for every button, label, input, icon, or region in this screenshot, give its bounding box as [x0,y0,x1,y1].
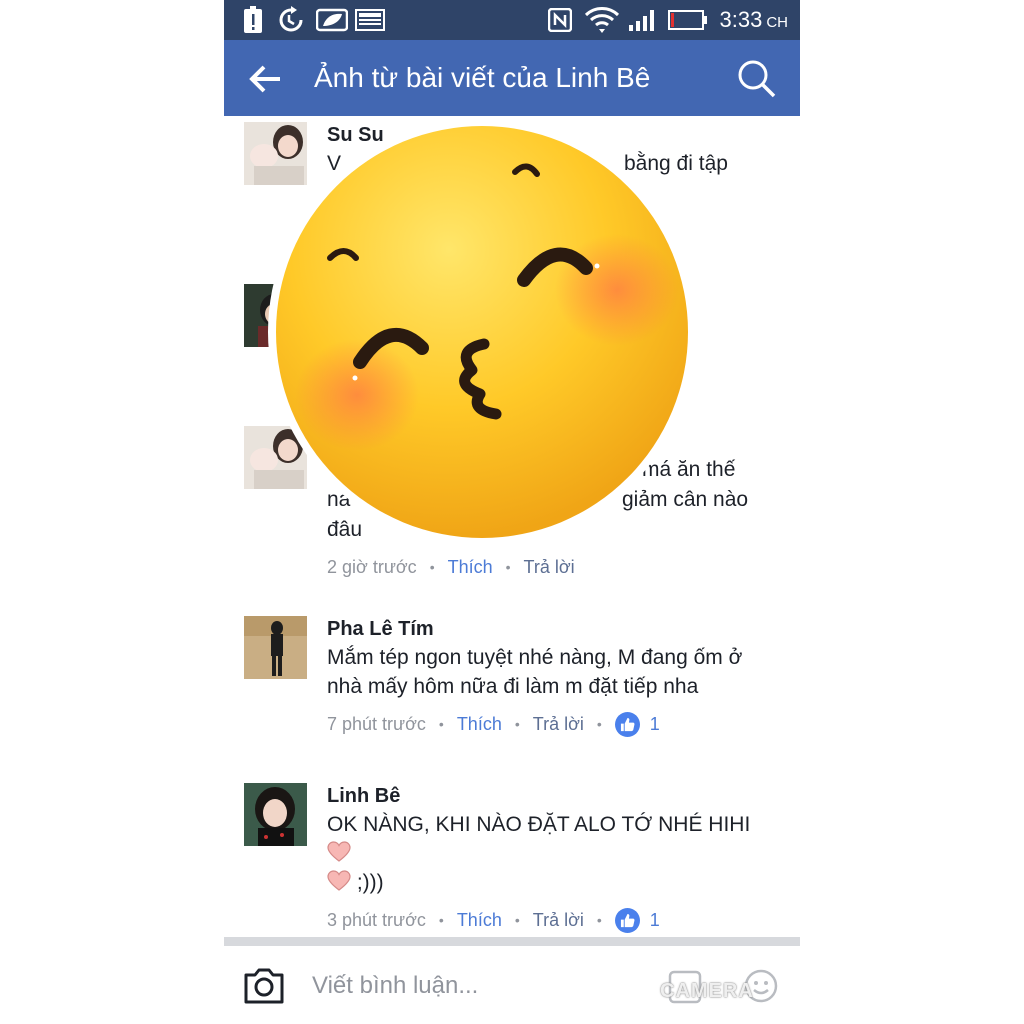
like-link[interactable]: Thích [457,711,502,737]
clock-ampm: CH [766,14,788,31]
comment-body: Linh Bê OK NÀNG, KHI NÀO ĐẶT ALO TỚ NHÉ … [327,783,777,933]
search-button[interactable] [736,58,778,100]
image-icon [354,6,386,34]
separator-dot: • [438,912,444,928]
thumbs-up-icon[interactable] [614,711,640,737]
nfc-icon [547,6,573,34]
comment-meta: 2 giờ trước • Thích • Trả lời [327,554,777,580]
comment-composer: CAMERA [224,946,800,1024]
separator-dot: • [505,559,511,575]
reply-link[interactable]: Trả lời [533,907,584,933]
camera-icon [244,968,284,1004]
comment-time: 3 phút trước [327,910,426,930]
divider [224,937,800,946]
page-title: Ảnh từ bài viết của Linh Bê [314,62,651,93]
comment-time: 7 phút trước [327,714,426,734]
separator-dot: • [596,716,602,732]
search-icon [738,60,776,98]
phone-screen: 3:33 CH Ảnh từ bài viết của Linh Bê Su Su… [224,0,800,1024]
camera-watermark: CAMERA [660,980,754,1002]
battery-icon [668,6,708,34]
back-button[interactable] [248,62,288,96]
status-time: 3:33 CH [720,6,789,34]
wifi-icon [584,6,620,34]
like-count[interactable]: 1 [650,907,660,933]
status-bar: 3:33 CH [224,0,800,40]
comment-body: Pha Lê Tím Mắm tép ngon tuyệt nhé nàng, … [327,616,777,737]
separator-dot: • [429,559,435,575]
thumbs-up-icon[interactable] [614,907,640,933]
signal-icon [627,6,659,34]
sync-icon [276,6,306,34]
comment-author[interactable]: Linh Bê [327,783,777,809]
comment-meta: 7 phút trước • Thích • Trả lời • 1 [327,711,777,737]
comment-text: Mắm tép ngon tuyệt nhé nàng, M đang ốm ở… [327,646,743,698]
like-count[interactable]: 1 [650,711,660,737]
avatar[interactable] [244,616,307,679]
comment-text: OK NÀNG, KHI NÀO ĐẶT ALO TỚ NHÉ HIHI ;))… [327,810,777,897]
comment-author[interactable]: Pha Lê Tím [327,616,777,642]
back-arrow-icon [249,65,280,93]
separator-dot: • [514,912,520,928]
reply-link[interactable]: Trả lời [533,711,584,737]
separator-dot: • [438,716,444,732]
app-bar: Ảnh từ bài viết của Linh Bê [224,40,800,116]
avatar[interactable] [244,783,307,846]
like-link[interactable]: Thích [457,907,502,933]
reply-link[interactable]: Trả lời [524,554,575,580]
alert-icon [242,6,264,34]
leaf-icon [316,6,348,34]
comment-meta: 3 phút trước • Thích • Trả lời • 1 [327,907,777,933]
comment-text-main: OK NÀNG, KHI NÀO ĐẶT ALO TỚ NHÉ HIHI [327,813,751,836]
camera-button[interactable] [242,966,286,1006]
separator-dot: • [514,716,520,732]
separator-dot: • [596,912,602,928]
clock-text: 3:33 [719,7,763,32]
heart-emoji-icon [327,870,351,891]
comment-input[interactable] [312,968,642,1004]
kiss-emoji-icon [268,118,696,546]
comment-text-tail: ;))) [356,871,384,894]
comment-time: 2 giờ trước [327,557,417,577]
heart-emoji-icon [327,841,351,862]
like-link[interactable]: Thích [448,554,493,580]
